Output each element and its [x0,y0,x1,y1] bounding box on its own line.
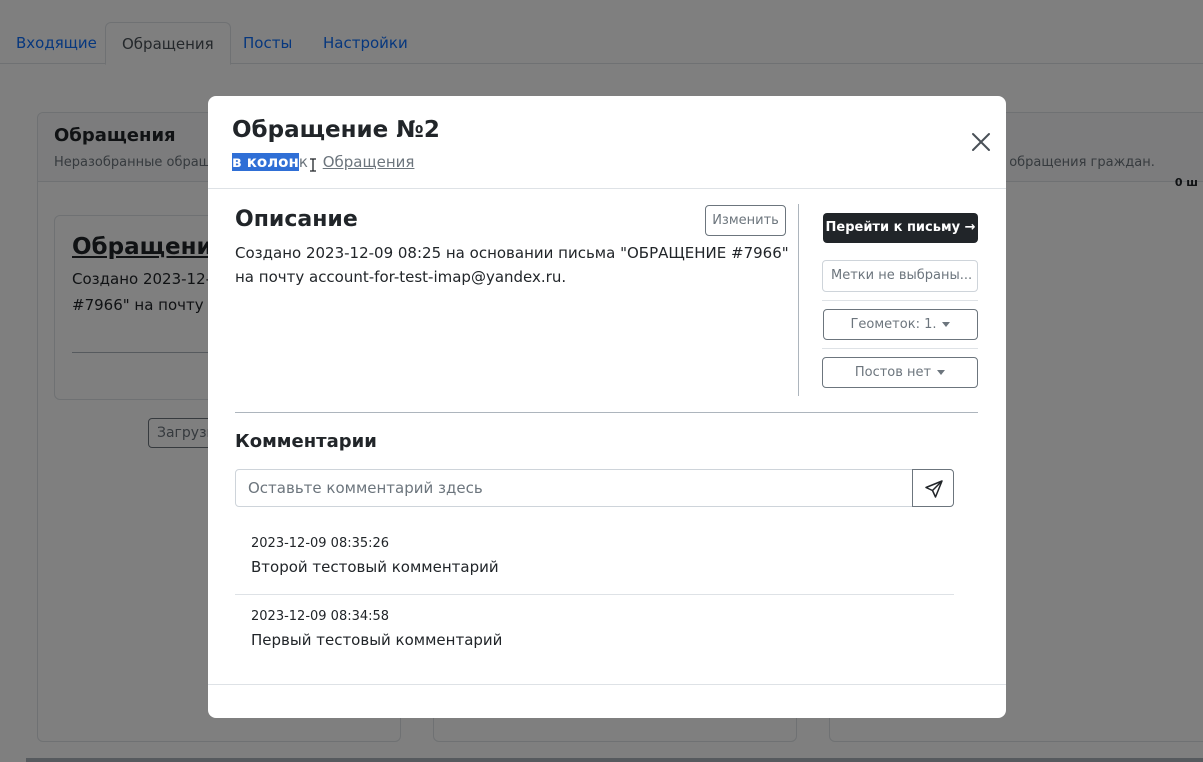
modal-title: Обращение №2 [232,117,440,143]
divider [822,300,978,301]
selected-text: в колон [232,153,299,171]
modal-header: Обращение №2 в колонк Обращения [208,96,1006,189]
geotags-dropdown[interactable]: Геометок: 1. [823,309,978,340]
geotags-label: Геометок: 1. [850,317,937,332]
subtitle-text: к [298,153,308,171]
comment-text: Второй тестовый комментарий [251,558,499,576]
modal-subtitle: в колонк Обращения [232,151,414,173]
send-icon [925,480,943,498]
comment-item: 2023-12-09 08:35:26 Второй тестовый комм… [235,536,954,609]
comment-text: Первый тестовый комментарий [251,631,503,649]
column-link[interactable]: Обращения [323,153,415,171]
comment-date: 2023-12-09 08:35:26 [251,536,390,551]
posts-dropdown[interactable]: Постов нет [822,357,978,388]
caret-down-icon [942,322,951,327]
send-comment-button[interactable] [912,469,954,507]
comment-item: 2023-12-09 08:34:58 Первый тестовый комм… [235,609,954,682]
appeal-modal: Обращение №2 в колонк Обращения Описание… [208,96,1006,718]
caret-down-icon [937,370,946,375]
close-icon[interactable] [970,131,992,153]
description-text: Создано 2023-12-09 08:25 на основании пи… [235,244,789,286]
divider [235,594,954,595]
description-title: Описание [235,207,358,232]
modal-footer [208,684,1006,685]
posts-label: Постов нет [854,365,932,380]
go-to-letter-button[interactable]: Перейти к письму → [823,213,978,243]
comments-title: Комментарии [235,431,377,452]
text-cursor-icon [308,156,318,172]
divider [822,348,978,349]
divider [235,412,978,413]
comment-date: 2023-12-09 08:34:58 [251,609,390,624]
comment-input[interactable]: Оставьте комментарий здесь [235,469,913,507]
tags-input[interactable]: Метки не выбраны... [822,260,978,292]
edit-button[interactable]: Изменить [705,205,786,236]
vertical-divider [798,204,799,396]
